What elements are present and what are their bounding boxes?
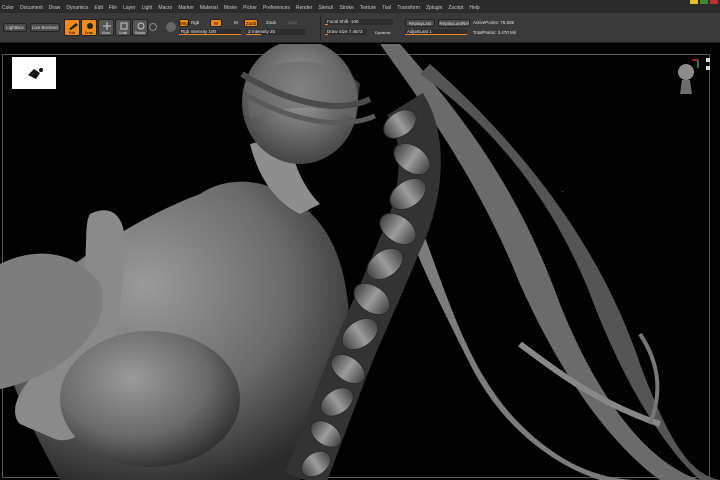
- zcut-button[interactable]: Zcut: [288, 20, 297, 26]
- menu-picker[interactable]: Picker: [243, 4, 257, 13]
- menu-help[interactable]: Help: [469, 4, 479, 13]
- canvas-marker: [562, 191, 563, 192]
- menu-material[interactable]: Material: [200, 4, 218, 13]
- live-boolean-button[interactable]: Live Boolean: [30, 23, 60, 32]
- menu-file[interactable]: File: [109, 4, 117, 13]
- dynamic-button[interactable]: Dynamic: [375, 30, 391, 36]
- sphere-icon[interactable]: [149, 23, 157, 31]
- mrgb-button[interactable]: Mrgb: [179, 19, 190, 27]
- edit-icon: [69, 23, 78, 30]
- lightbox-button[interactable]: LightBox: [3, 23, 27, 32]
- menu-preferences[interactable]: Preferences: [263, 4, 290, 13]
- z-intensity-fill: [246, 33, 261, 35]
- focal-shift-label: Focal Shift -100: [327, 19, 359, 24]
- menu-zscript[interactable]: Zscript: [448, 4, 463, 13]
- menu-tool[interactable]: Tool: [382, 4, 391, 13]
- menu-zplugin[interactable]: Zplugin: [426, 4, 442, 13]
- menu-document[interactable]: Document: [20, 4, 43, 13]
- menu-render[interactable]: Render: [296, 4, 312, 13]
- rotate-mode-button[interactable]: Rotate: [132, 19, 148, 36]
- draw-brush-icon: [87, 23, 93, 29]
- menu-movie[interactable]: Movie: [224, 4, 237, 13]
- top-shelf: LightBox Live Boolean Edit Draw Move Sca…: [0, 13, 720, 43]
- sculpt-model[interactable]: [0, 44, 720, 480]
- menu-bar: Color Document Draw Dynamics Edit File L…: [0, 4, 720, 13]
- z-intensity-slider[interactable]: Z Intensity 25: [246, 29, 306, 35]
- draw-size-slider[interactable]: Draw Size 7.4673: [325, 29, 367, 35]
- navigation-head-icon: [678, 58, 710, 94]
- rgb-intensity-fill: [179, 33, 241, 35]
- menu-color[interactable]: Color: [2, 4, 14, 13]
- menu-macro[interactable]: Macro: [158, 4, 172, 13]
- thumbnail-figure-icon: [28, 68, 43, 79]
- menu-edit[interactable]: Edit: [94, 4, 103, 13]
- rgb-intensity-slider[interactable]: Rgb Intensity 100: [179, 29, 241, 35]
- menu-stencil[interactable]: Stencil: [318, 4, 333, 13]
- menu-layer[interactable]: Layer: [123, 4, 136, 13]
- zadd-button[interactable]: Zadd: [244, 19, 258, 27]
- zsub-button[interactable]: Zsub: [266, 20, 276, 26]
- shelf-divider: [320, 16, 321, 40]
- rgb-button[interactable]: Rgb: [191, 20, 199, 26]
- material-sphere-icon[interactable]: [166, 22, 176, 32]
- adjust-last-fill: [405, 33, 467, 35]
- move-label: Move: [101, 31, 111, 35]
- head-orientation-icon[interactable]: [672, 54, 714, 100]
- focal-shift-slider[interactable]: Focal Shift -100: [325, 19, 393, 25]
- replay-last-rel-button[interactable]: ReplayLastRel: [438, 19, 470, 27]
- draw-size-label: Draw Size 7.4673: [327, 29, 363, 34]
- draw-mode-button[interactable]: Draw: [81, 19, 97, 36]
- menu-stroke[interactable]: Stroke: [339, 4, 353, 13]
- scale-icon: [120, 22, 128, 30]
- menu-texture[interactable]: Texture: [360, 4, 376, 13]
- menu-draw[interactable]: Draw: [49, 4, 61, 13]
- replay-last-button[interactable]: ReplayLast: [405, 19, 435, 27]
- menu-light[interactable]: Light: [142, 4, 153, 13]
- adjust-last-slider[interactable]: AdjustLast 1: [405, 29, 467, 35]
- active-points-readout: ActivePoints: 76.839: [473, 20, 515, 25]
- focal-shift-fill: [325, 23, 328, 25]
- draw-label: Draw: [84, 31, 94, 35]
- m-button[interactable]: M: [210, 19, 222, 27]
- document-canvas[interactable]: [0, 44, 720, 480]
- menu-dynamics[interactable]: Dynamics: [66, 4, 88, 13]
- move-icon: [103, 22, 111, 30]
- scale-mode-button[interactable]: Scale: [115, 19, 131, 36]
- menu-marker[interactable]: Marker: [178, 4, 194, 13]
- total-points-readout: TotalPoints: 3.470 Mil: [473, 30, 516, 35]
- menu-transform[interactable]: Transform: [397, 4, 420, 13]
- rotate-icon: [137, 22, 145, 30]
- scale-label: Scale: [118, 31, 128, 35]
- draw-size-fill: [325, 33, 329, 35]
- rotate-label: Rotate: [134, 31, 146, 35]
- move-mode-button[interactable]: Move: [98, 19, 114, 36]
- zadd-label-m: M: [234, 20, 238, 25]
- edit-label: Edit: [68, 31, 76, 35]
- model-thumbnail-icon[interactable]: [12, 57, 56, 89]
- edit-mode-button[interactable]: Edit: [64, 19, 80, 36]
